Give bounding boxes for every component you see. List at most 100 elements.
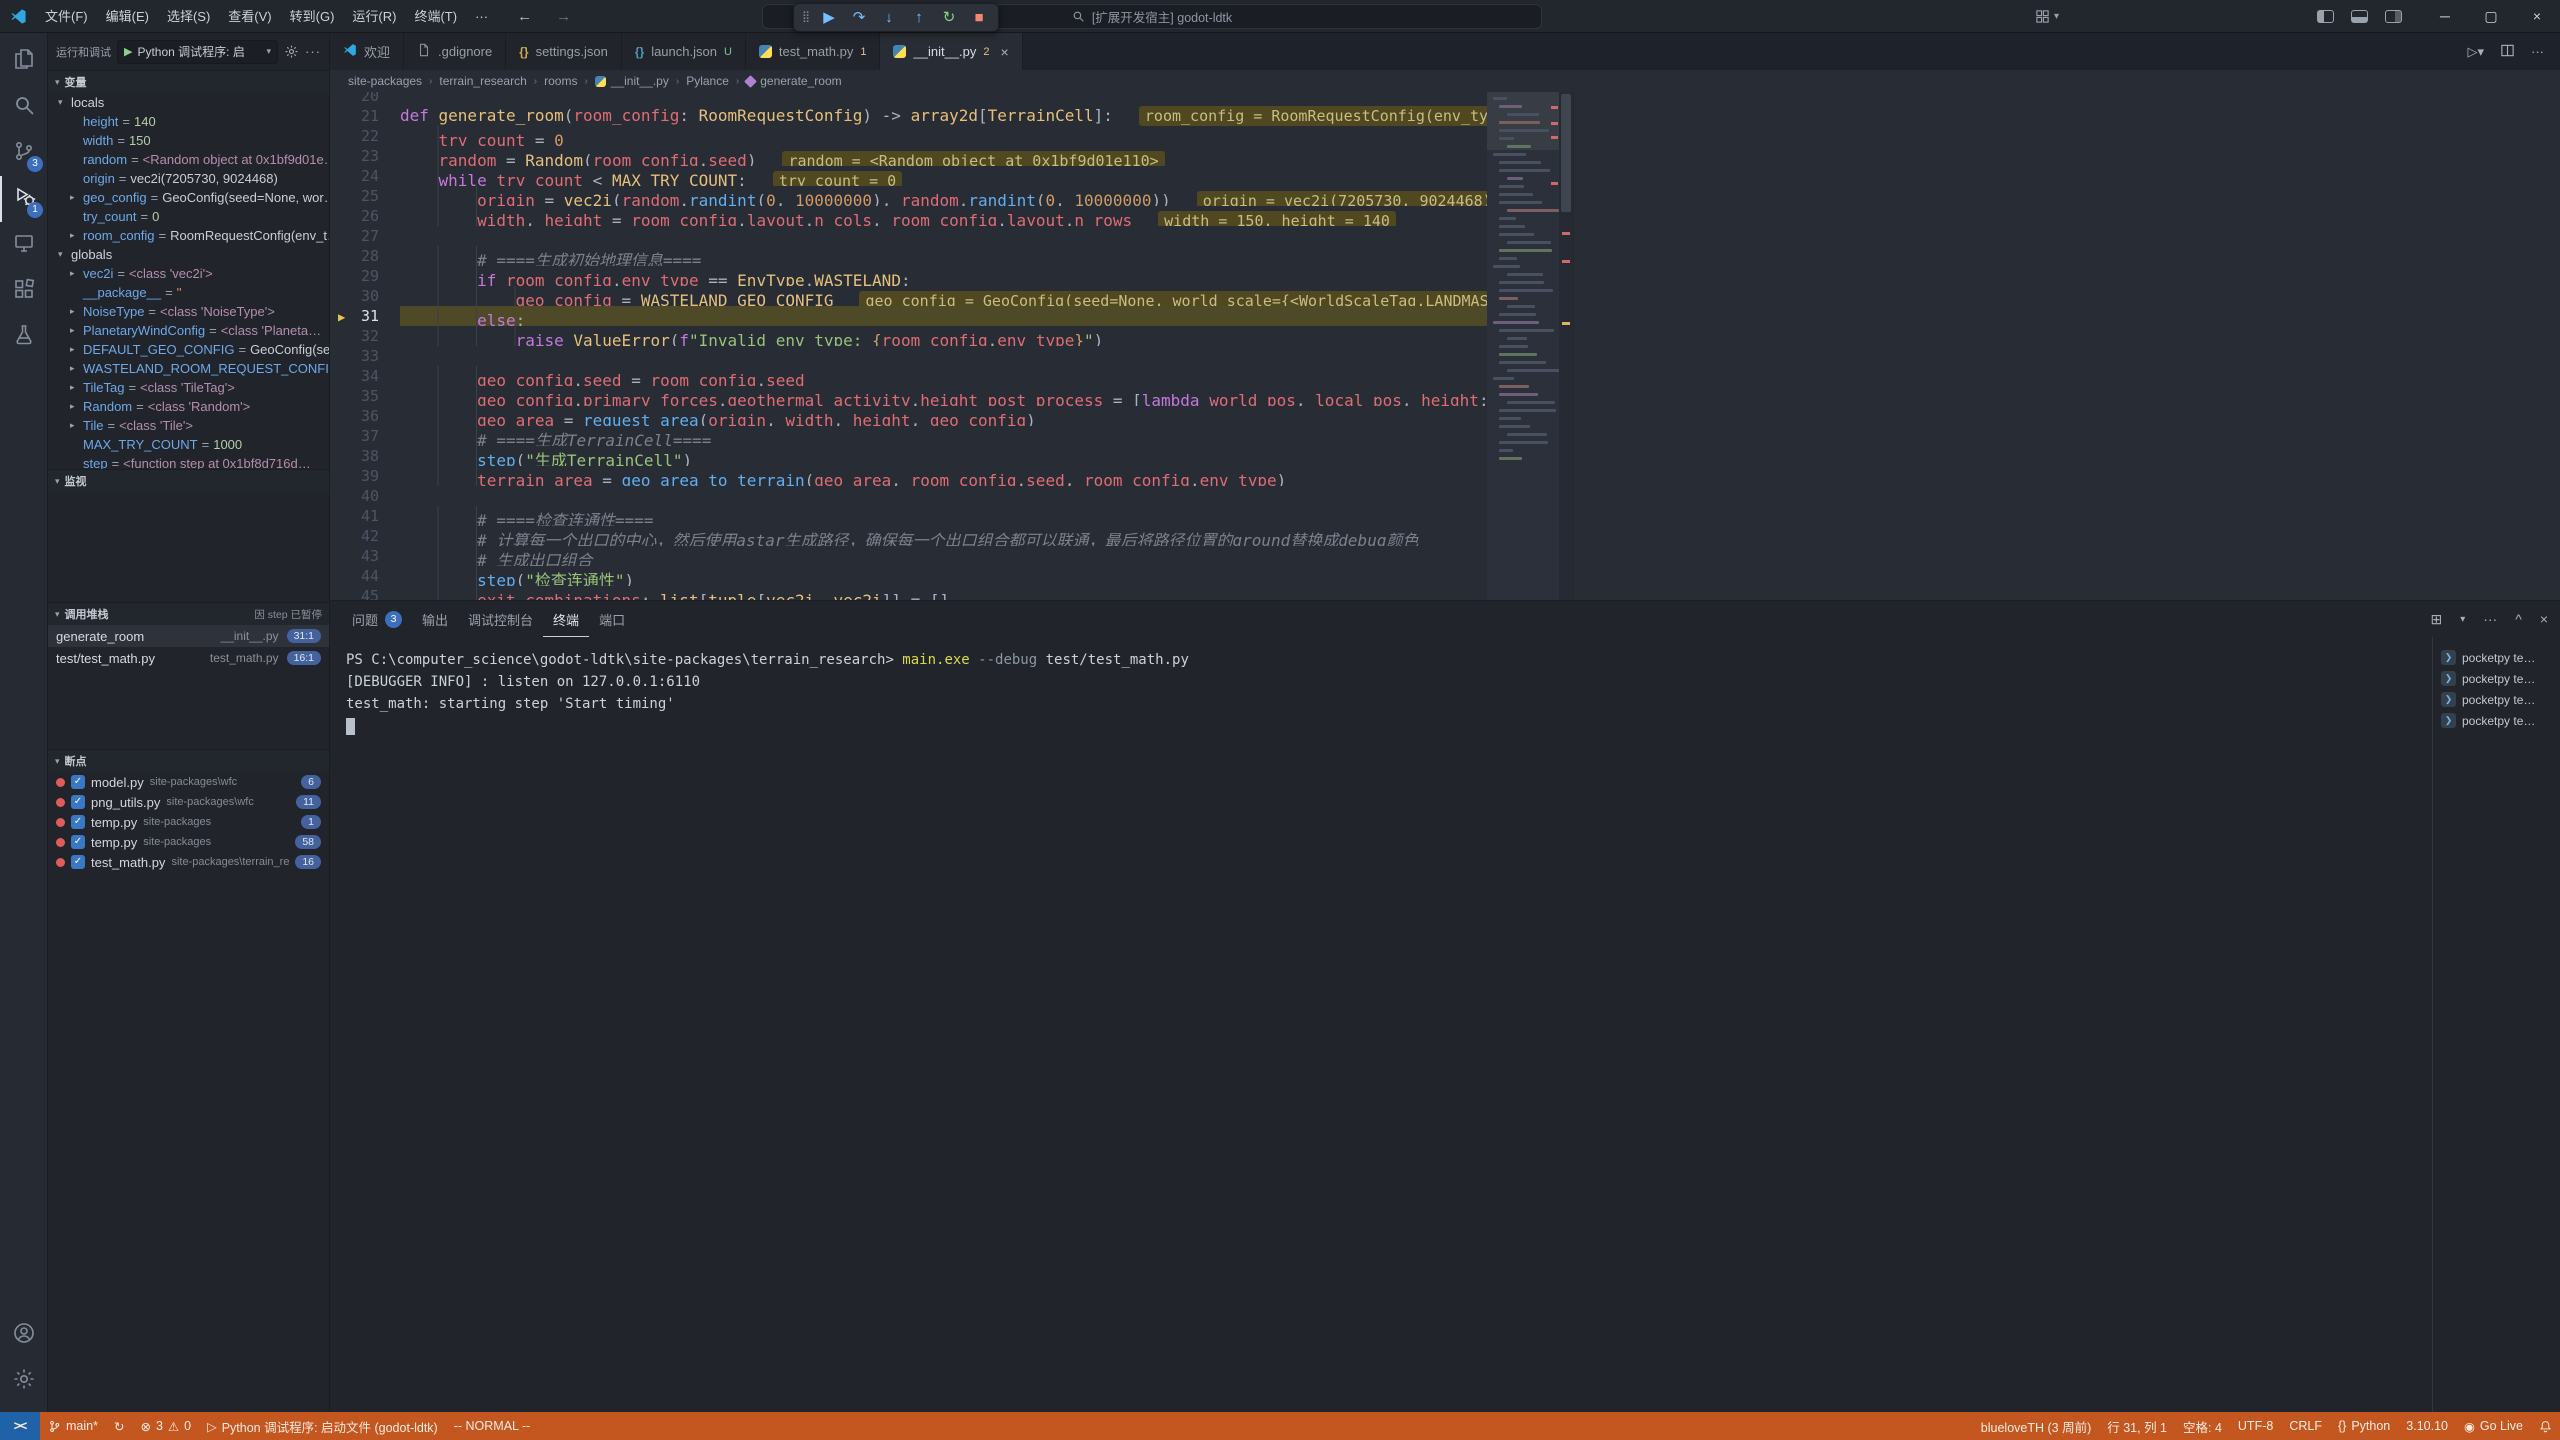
maximize-button[interactable]: ▢	[2468, 0, 2514, 33]
menu-more[interactable]: ···	[466, 0, 497, 33]
toggle-primary-sidebar-icon[interactable]	[2317, 10, 2334, 23]
panel-tab-终端[interactable]: 终端	[543, 601, 589, 637]
breakpoint-checkbox[interactable]: ✓	[71, 795, 85, 809]
line-number[interactable]: 42	[330, 526, 400, 546]
status-gitlens-blame[interactable]: blueloveTH (3 周前)	[1973, 1412, 2099, 1440]
menu-edit[interactable]: 编辑(E)	[97, 0, 158, 33]
stack-frame[interactable]: test/test_math.pytest_math.py16:1	[48, 647, 329, 669]
line-number[interactable]: 43	[330, 546, 400, 566]
variable-try_count[interactable]: try_count=0	[48, 207, 329, 226]
activity-run-and-debug[interactable]: 1	[0, 176, 47, 222]
status-indentation[interactable]: 空格: 4	[2175, 1412, 2230, 1440]
variable-height[interactable]: height=140	[48, 112, 329, 131]
code-line[interactable]: 27	[330, 226, 1487, 246]
code-line[interactable]: 24while try_count < MAX_TRY_COUNT:try_co…	[330, 166, 1487, 186]
variable-step[interactable]: step=<function step at 0x1bf8d716d…	[48, 454, 329, 469]
line-number[interactable]: 38	[330, 446, 400, 466]
code-line[interactable]: 30geo_config = WASTELAND_GEO_CONFIGgeo_c…	[330, 286, 1487, 306]
line-number[interactable]: 24	[330, 166, 400, 186]
maximize-panel-icon[interactable]: ^	[2515, 611, 2522, 627]
breadcrumb-item[interactable]: generate_room	[746, 74, 841, 88]
status-language[interactable]: {}Python	[2330, 1412, 2398, 1440]
tab-launch.json[interactable]: {}launch.jsonU	[622, 33, 746, 70]
menu-run[interactable]: 运行(R)	[343, 0, 405, 33]
line-number[interactable]: 28	[330, 246, 400, 266]
menu-selection[interactable]: 选择(S)	[158, 0, 219, 33]
scope-locals[interactable]: ▾locals	[48, 93, 329, 112]
terminal-list-item[interactable]: ❯pocketpy te…	[2433, 647, 2560, 668]
scope-globals[interactable]: ▾globals	[48, 245, 329, 264]
panel-tab-输出[interactable]: 输出	[412, 601, 458, 637]
activity-source-control[interactable]: 3	[0, 130, 47, 176]
watch-section-header[interactable]: ▾ 监视	[48, 470, 329, 492]
code-line[interactable]: 20	[330, 92, 1487, 106]
breakpoint-checkbox[interactable]: ✓	[71, 855, 85, 869]
code-line[interactable]: 25origin = vec2i(random.randint(0, 10000…	[330, 186, 1487, 206]
breadcrumb-item[interactable]: Pylance	[686, 74, 729, 88]
scrollbar-thumb[interactable]	[1561, 94, 1571, 212]
tab-test_math.py[interactable]: test_math.py1	[746, 33, 881, 70]
variables-section-header[interactable]: ▾ 变量	[48, 71, 329, 93]
variable-WASTELAND_ROOM_REQUEST_CONFIG[interactable]: ▸WASTELAND_ROOM_REQUEST_CONFIG=RoomR…	[48, 359, 329, 378]
variable-origin[interactable]: origin=vec2i(7205730, 9024468)	[48, 169, 329, 188]
status-sync[interactable]: ↻	[106, 1412, 132, 1440]
code-line[interactable]: 32raise ValueError(f"Invalid env type: {…	[330, 326, 1487, 346]
line-number[interactable]: 26	[330, 206, 400, 226]
code-line[interactable]: 21def generate_room(room_config: RoomReq…	[330, 106, 1487, 126]
line-number[interactable]: 37	[330, 426, 400, 446]
minimap[interactable]	[1487, 92, 1559, 600]
code-line[interactable]: 40	[330, 486, 1487, 506]
code-line[interactable]: 29if room_config.env_type == EnvType.WAS…	[330, 266, 1487, 286]
code-line[interactable]: 34geo_config.seed = room_config.seed	[330, 366, 1487, 386]
line-number[interactable]: 32	[330, 326, 400, 346]
code-line[interactable]: 45exit_combinations: list[tuple[vec2i, v…	[330, 586, 1487, 600]
new-terminal-icon[interactable]: ⊞	[2430, 611, 2442, 628]
tab-.gdignore[interactable]: .gdignore	[404, 33, 506, 70]
variable-MAX_TRY_COUNT[interactable]: MAX_TRY_COUNT=1000	[48, 435, 329, 454]
code-line[interactable]: 42# 计算每一个出口的中心，然后使用astar生成路径，确保每一个出口组合都可…	[330, 526, 1487, 546]
panel-tab-问题[interactable]: 问题3	[342, 601, 412, 637]
stack-frame[interactable]: generate_room__init__.py31:1	[48, 625, 329, 647]
line-number[interactable]: 30	[330, 286, 400, 306]
code-line[interactable]: 28# ====生成初始地理信息====	[330, 246, 1487, 266]
code-line[interactable]: 22try_count = 0	[330, 126, 1487, 146]
status-problems[interactable]: ⊗3⚠0	[132, 1412, 199, 1440]
go-forward-button[interactable]: →	[556, 8, 571, 25]
editor-scrollbar[interactable]	[1559, 92, 1573, 600]
status-notifications[interactable]	[2531, 1412, 2560, 1440]
breakpoint-checkbox[interactable]: ✓	[71, 775, 85, 789]
status-debug-config[interactable]: ▷Python 调试程序: 启动文件 (godot-ldtk)	[199, 1412, 446, 1440]
layout-grid-icon[interactable]: ▾	[2035, 9, 2059, 24]
breadcrumb-item[interactable]: terrain_research	[439, 74, 526, 88]
breakpoint-checkbox[interactable]: ✓	[71, 835, 85, 849]
variable-PlanetaryWindConfig[interactable]: ▸PlanetaryWindConfig=<class 'Planeta…	[48, 321, 329, 340]
code-line[interactable]: 37# ====生成TerrainCell====	[330, 426, 1487, 446]
more-actions-icon[interactable]: ···	[2531, 44, 2544, 59]
line-number[interactable]: 21	[330, 106, 400, 126]
variable-Random[interactable]: ▸Random=<class 'Random'>	[48, 397, 329, 416]
launch-config-select[interactable]: ▶ Python 调试程序: 启 ▾	[117, 40, 278, 64]
status-eol[interactable]: CRLF	[2281, 1412, 2330, 1440]
code-line[interactable]: 41# ====检查连通性====	[330, 506, 1487, 526]
activity-testing[interactable]	[0, 314, 47, 360]
callstack-section-header[interactable]: ▾ 调用堆栈 因 step 已暂停	[48, 603, 329, 625]
breakpoint-item[interactable]: ✓temp.pysite-packages1	[48, 812, 329, 832]
variable-DEFAULT_GEO_CONFIG[interactable]: ▸DEFAULT_GEO_CONFIG=GeoConfig(seed=1…	[48, 340, 329, 359]
terminal-list-item[interactable]: ❯pocketpy te…	[2433, 689, 2560, 710]
line-number[interactable]: 41	[330, 506, 400, 526]
start-debug-icon[interactable]: ▶	[124, 45, 132, 58]
breakpoint-checkbox[interactable]: ✓	[71, 815, 85, 829]
terminal[interactable]: PS C:\computer_science\godot-ldtk\site-p…	[330, 637, 2432, 1412]
go-back-button[interactable]: ←	[517, 8, 532, 25]
step-out-button[interactable]: ↑	[904, 4, 934, 31]
terminal-dropdown-icon[interactable]: ▾	[2460, 614, 2465, 625]
breadcrumb-item[interactable]: site-packages	[348, 74, 422, 88]
line-number[interactable]: 45	[330, 586, 400, 600]
line-number[interactable]: 34	[330, 366, 400, 386]
variable-NoiseType[interactable]: ▸NoiseType=<class 'NoiseType'>	[48, 302, 329, 321]
line-number[interactable]: 27	[330, 226, 400, 246]
activity-account[interactable]	[0, 1312, 47, 1358]
more-actions-icon[interactable]: ···	[305, 44, 321, 59]
stop-button[interactable]: ■	[964, 4, 994, 31]
menu-file[interactable]: 文件(F)	[36, 0, 97, 33]
